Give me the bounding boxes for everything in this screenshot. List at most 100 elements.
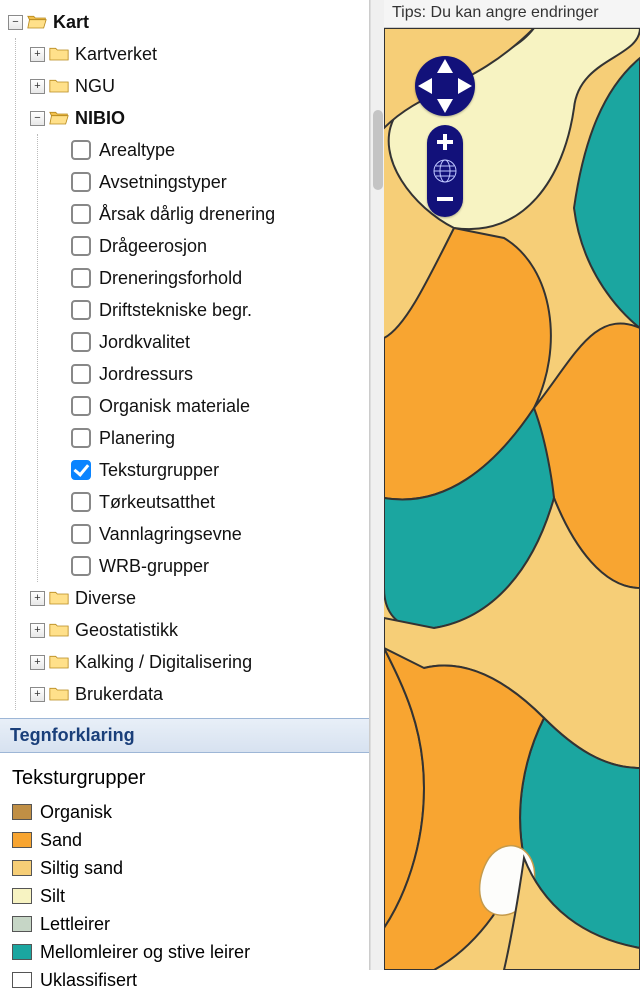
layer-label: Arealtype (99, 140, 175, 161)
map-controls (414, 55, 476, 217)
spacer (52, 303, 67, 318)
legend-item: Sand (12, 826, 357, 854)
spacer (52, 335, 67, 350)
spacer (52, 559, 67, 574)
layer-checkbox[interactable] (71, 556, 91, 576)
legend-label: Uklassifisert (40, 970, 137, 991)
folder-icon (49, 589, 69, 607)
expand-toggle[interactable]: + (30, 79, 45, 94)
legend-label: Mellomleirer og stive leirer (40, 942, 250, 963)
left-panel: − Kart + Kartverket + (0, 0, 370, 970)
layer-checkbox[interactable] (71, 204, 91, 224)
layer-item[interactable]: Jordkvalitet (52, 326, 365, 358)
layer-item[interactable]: Tørkeutsatthet (52, 486, 365, 518)
legend-label: Siltig sand (40, 858, 123, 879)
layer-label: Organisk materiale (99, 396, 250, 417)
spacer (52, 239, 67, 254)
spacer (52, 367, 67, 382)
legend-swatch (12, 804, 32, 820)
legend-swatch (12, 944, 32, 960)
layer-checkbox[interactable] (71, 332, 91, 352)
legend-label: Organisk (40, 802, 112, 823)
tree-label: Geostatistikk (75, 620, 178, 641)
layer-label: Jordkvalitet (99, 332, 190, 353)
layer-item[interactable]: Planering (52, 422, 365, 454)
layer-item[interactable]: Teksturgrupper (52, 454, 365, 486)
layer-checkbox[interactable] (71, 268, 91, 288)
expand-toggle[interactable]: + (30, 47, 45, 62)
tree-node-nibio[interactable]: − NIBIO (30, 102, 365, 134)
legend-item: Lettleirer (12, 910, 357, 938)
legend-header[interactable]: Tegnforklaring (0, 718, 369, 753)
layer-label: Tørkeutsatthet (99, 492, 215, 513)
vertical-scrollbar[interactable] (370, 0, 384, 970)
layer-checkbox[interactable] (71, 140, 91, 160)
legend-panel: Teksturgrupper Organisk Sand Siltig sand… (0, 753, 369, 1006)
layer-item[interactable]: Dreneringsforhold (52, 262, 365, 294)
zoom-control (427, 125, 463, 217)
layer-checkbox[interactable] (71, 428, 91, 448)
spacer (52, 175, 67, 190)
legend-swatch (12, 916, 32, 932)
layer-item[interactable]: Årsak dårlig drenering (52, 198, 365, 230)
layer-item[interactable]: Avsetningstyper (52, 166, 365, 198)
legend-label: Lettleirer (40, 914, 110, 935)
layer-item[interactable]: Drågeerosjon (52, 230, 365, 262)
tree-label: NIBIO (75, 108, 125, 129)
folder-icon (49, 685, 69, 703)
layer-checkbox[interactable] (71, 300, 91, 320)
layer-label: Drågeerosjon (99, 236, 207, 257)
legend-swatch (12, 832, 32, 848)
legend-item: Organisk (12, 798, 357, 826)
legend-swatch (12, 888, 32, 904)
spacer (52, 399, 67, 414)
layer-item[interactable]: Jordressurs (52, 358, 365, 390)
zoom-out-button[interactable] (437, 197, 453, 201)
collapse-toggle[interactable]: − (30, 111, 45, 126)
tree-node-brukerdata[interactable]: + Brukerdata (30, 678, 365, 710)
layer-item[interactable]: Arealtype (52, 134, 365, 166)
layer-item[interactable]: WRB-grupper (52, 550, 365, 582)
layer-checkbox[interactable] (71, 172, 91, 192)
tree-label: Diverse (75, 588, 136, 609)
layer-checkbox[interactable] (71, 460, 91, 480)
legend-item: Siltig sand (12, 854, 357, 882)
layer-item[interactable]: Vannlagringsevne (52, 518, 365, 550)
legend-item: Mellomleirer og stive leirer (12, 938, 357, 966)
expand-toggle[interactable]: + (30, 687, 45, 702)
legend-label: Sand (40, 830, 82, 851)
tree-node-kart[interactable]: − Kart (8, 6, 365, 38)
layer-item[interactable]: Organisk materiale (52, 390, 365, 422)
legend-item: Uklassifisert (12, 966, 357, 994)
tree-node-kartverket[interactable]: + Kartverket (30, 38, 365, 70)
scrollbar-thumb[interactable] (373, 110, 383, 190)
tree-node-kalking[interactable]: + Kalking / Digitalisering (30, 646, 365, 678)
folder-icon (49, 653, 69, 671)
map-pane[interactable]: Tips: Du kan angre endringer (384, 0, 640, 970)
tree-node-geostatistikk[interactable]: + Geostatistikk (30, 614, 365, 646)
tree-node-diverse[interactable]: + Diverse (30, 582, 365, 614)
layer-label: Teksturgrupper (99, 460, 219, 481)
layer-label: WRB-grupper (99, 556, 209, 577)
collapse-toggle[interactable]: − (8, 15, 23, 30)
expand-toggle[interactable]: + (30, 591, 45, 606)
spacer (52, 271, 67, 286)
tree-label: NGU (75, 76, 115, 97)
spacer (52, 207, 67, 222)
layer-checkbox[interactable] (71, 364, 91, 384)
folder-icon (49, 621, 69, 639)
layer-checkbox[interactable] (71, 492, 91, 512)
expand-toggle[interactable]: + (30, 623, 45, 638)
legend-swatch (12, 972, 32, 988)
layer-item[interactable]: Driftstekniske begr. (52, 294, 365, 326)
tree-label: Kartverket (75, 44, 157, 65)
layer-checkbox[interactable] (71, 396, 91, 416)
layer-checkbox[interactable] (71, 524, 91, 544)
expand-toggle[interactable]: + (30, 655, 45, 670)
layer-checkbox[interactable] (71, 236, 91, 256)
legend-label: Silt (40, 886, 65, 907)
folder-open-icon (49, 109, 69, 127)
tips-bar: Tips: Du kan angre endringer (384, 0, 640, 28)
tree-node-ngu[interactable]: + NGU (30, 70, 365, 102)
layer-label: Planering (99, 428, 175, 449)
